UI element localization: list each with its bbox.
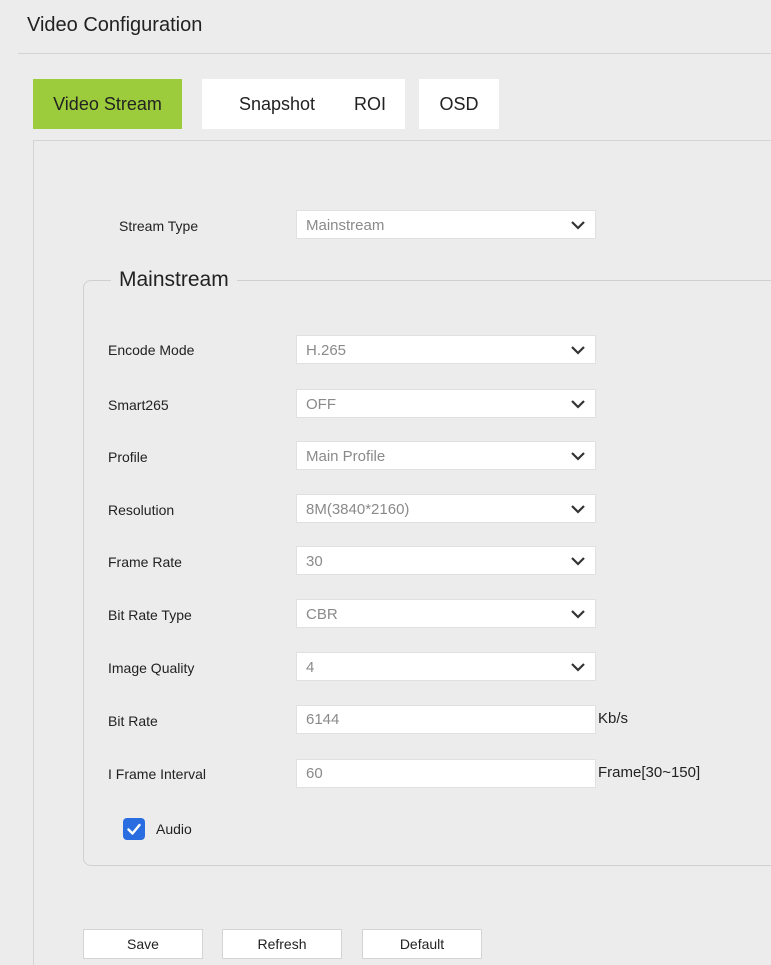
frame-rate-label: Frame Rate	[108, 554, 182, 570]
tab-snapshot[interactable]: Snapshot	[202, 79, 352, 129]
chevron-down-icon	[571, 346, 585, 355]
default-button[interactable]: Default	[362, 929, 482, 959]
smart265-label: Smart265	[108, 397, 169, 413]
bit-rate-type-select[interactable]: CBR	[296, 599, 596, 628]
chevron-down-icon	[571, 452, 585, 461]
profile-select[interactable]: Main Profile	[296, 441, 596, 470]
encode-mode-value: H.265	[306, 342, 347, 359]
bit-rate-type-label: Bit Rate Type	[108, 607, 192, 623]
page-title: Video Configuration	[27, 14, 203, 36]
video-configuration-page: Video Configuration Video Stream Snapsho…	[0, 0, 771, 965]
smart265-select[interactable]: OFF	[296, 389, 596, 418]
tab-roi[interactable]: ROI	[335, 79, 405, 129]
mainstream-legend: Mainstream	[119, 268, 229, 291]
profile-value: Main Profile	[306, 448, 386, 465]
audio-checkbox[interactable]	[123, 818, 145, 840]
tab-osd[interactable]: OSD	[419, 79, 499, 129]
bit-rate-type-value: CBR	[306, 606, 338, 623]
stream-type-label: Stream Type	[119, 218, 199, 234]
chevron-down-icon	[571, 221, 585, 230]
audio-label: Audio	[156, 821, 192, 837]
profile-label: Profile	[108, 449, 148, 465]
encode-mode-label: Encode Mode	[108, 342, 195, 358]
frame-rate-value: 30	[306, 553, 323, 570]
image-quality-label: Image Quality	[108, 660, 195, 676]
tab-video-stream[interactable]: Video Stream	[33, 79, 182, 129]
save-button[interactable]: Save	[83, 929, 203, 959]
resolution-label: Resolution	[108, 502, 175, 518]
chevron-down-icon	[571, 610, 585, 619]
bit-rate-input[interactable]	[296, 705, 596, 734]
i-frame-interval-unit: Frame[30~150]	[598, 764, 701, 781]
resolution-select[interactable]: 8M(3840*2160)	[296, 494, 596, 523]
i-frame-interval-input[interactable]	[296, 759, 596, 788]
image-quality-value: 4	[306, 659, 315, 676]
chevron-down-icon	[571, 400, 585, 409]
checkmark-icon	[127, 823, 141, 835]
resolution-value: 8M(3840*2160)	[306, 501, 410, 518]
chevron-down-icon	[571, 557, 585, 566]
chevron-down-icon	[571, 663, 585, 672]
encode-mode-select[interactable]: H.265	[296, 335, 596, 364]
bit-rate-label: Bit Rate	[108, 713, 158, 729]
smart265-value: OFF	[306, 396, 336, 413]
title-divider	[18, 53, 771, 54]
bit-rate-unit: Kb/s	[598, 710, 629, 727]
frame-rate-select[interactable]: 30	[296, 546, 596, 575]
stream-type-select[interactable]: Mainstream	[296, 210, 596, 239]
chevron-down-icon	[571, 505, 585, 514]
i-frame-interval-label: I Frame Interval	[108, 766, 207, 782]
refresh-button[interactable]: Refresh	[222, 929, 342, 959]
image-quality-select[interactable]: 4	[296, 652, 596, 681]
stream-type-value: Mainstream	[306, 217, 385, 234]
